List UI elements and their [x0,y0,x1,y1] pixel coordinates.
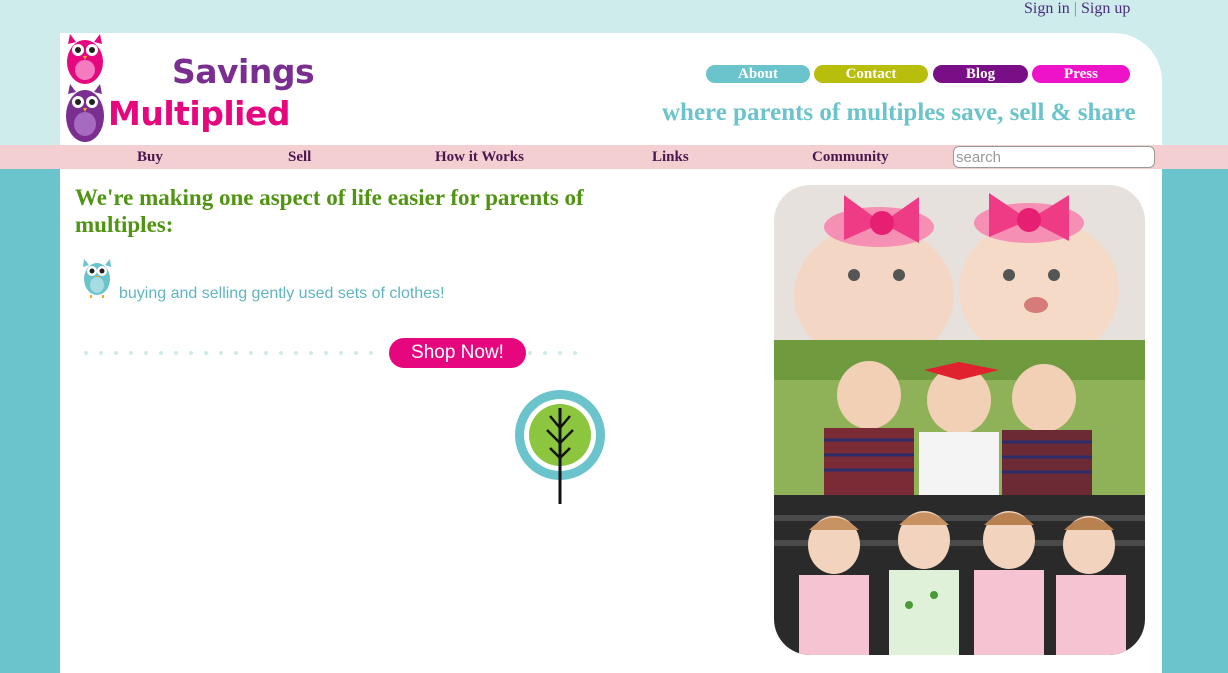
photo-twin-babies [774,185,1145,340]
about-button[interactable]: About [706,65,810,83]
sign-up-link[interactable]: Sign up [1081,0,1130,17]
tree-icon [515,390,605,504]
auth-links: Sign in | Sign up [1024,0,1130,18]
photo-triplets-grass [774,340,1145,495]
search-input[interactable] [953,146,1155,168]
feature-text: buying and selling gently used sets of c… [119,285,445,302]
logo-line-savings: Savings [172,52,315,91]
owl-logo-icon [66,34,104,142]
nav-item-sell[interactable]: Sell [288,149,311,166]
sign-in-link[interactable]: Sign in [1024,0,1070,17]
contact-button[interactable]: Contact [814,65,928,83]
logo-line-multiplied: Multiplied [108,94,290,133]
photo-collage [774,185,1145,655]
nav-item-community[interactable]: Community [812,149,889,166]
nav-item-buy[interactable]: Buy [137,149,163,166]
shop-now-button[interactable]: Shop Now! [389,338,526,368]
auth-separator: | [1073,0,1077,17]
photo-quadruplets-bench [774,495,1145,655]
tagline: where parents of multiples save, sell & … [662,99,1136,126]
owl-bullet-icon [83,259,111,298]
blog-button[interactable]: Blog [933,65,1028,83]
press-button[interactable]: Press [1032,65,1130,83]
nav-item-how-it-works[interactable]: How it Works [435,149,524,166]
logo[interactable]: Savings Multiplied [64,32,315,144]
nav-item-links[interactable]: Links [652,149,689,166]
page-headline: We're making one aspect of life easier f… [75,185,584,237]
